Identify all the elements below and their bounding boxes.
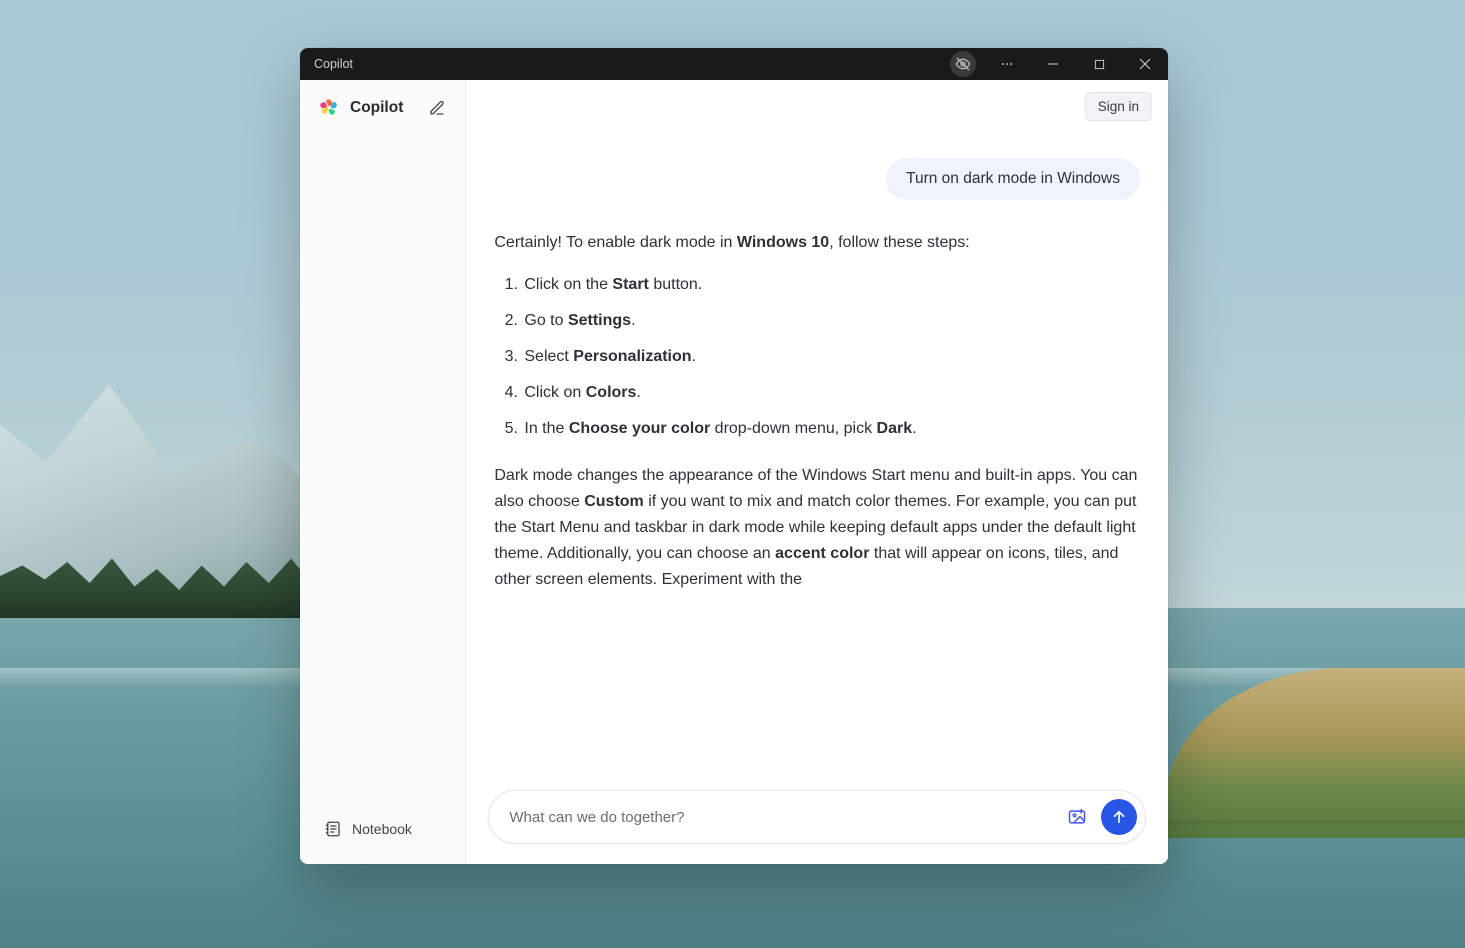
sidebar: Copilot [300, 80, 466, 864]
assistant-step: In the Choose your color drop-down menu,… [522, 416, 1140, 442]
assistant-step: Click on Colors. [522, 380, 1140, 406]
minimize-button[interactable] [1030, 48, 1076, 80]
notebook-label: Notebook [352, 821, 412, 837]
window-title: Copilot [314, 57, 353, 71]
assistant-message: Certainly! To enable dark mode in Window… [494, 230, 1140, 593]
assistant-intro: Certainly! To enable dark mode in Window… [494, 230, 1140, 256]
assistant-step: Select Personalization. [522, 344, 1140, 370]
titlebar: Copilot [300, 48, 1168, 80]
client-area: Copilot [300, 80, 1168, 864]
composer-area [466, 790, 1168, 864]
conversation-pane: Sign in Turn on dark mode in Windows Cer… [466, 80, 1168, 864]
signin-button[interactable]: Sign in [1085, 92, 1152, 121]
assistant-paragraph: Dark mode changes the appearance of the … [494, 463, 1140, 593]
notebook-button[interactable]: Notebook [318, 812, 447, 846]
app-name: Copilot [350, 99, 403, 117]
assistant-step: Go to Settings. [522, 308, 1140, 334]
maximize-button[interactable] [1076, 48, 1122, 80]
conversation-header: Sign in [466, 80, 1168, 132]
message-list[interactable]: Turn on dark mode in Windows Certainly! … [466, 132, 1168, 790]
assistant-steps: Click on the Start button. Go to Settings… [494, 272, 1140, 442]
more-options-button[interactable] [984, 48, 1030, 80]
close-button[interactable] [1122, 48, 1168, 80]
copilot-logo-icon [318, 97, 340, 119]
user-message: Turn on dark mode in Windows [886, 158, 1140, 200]
copilot-window: Copilot [300, 48, 1168, 864]
add-image-button[interactable] [1059, 799, 1095, 835]
send-button[interactable] [1101, 799, 1137, 835]
assistant-step: Click on the Start button. [522, 272, 1140, 298]
new-topic-button[interactable] [423, 94, 451, 122]
composer [488, 790, 1146, 844]
inprivate-icon[interactable] [950, 51, 976, 77]
message-input[interactable] [509, 809, 1053, 826]
notebook-icon [324, 820, 342, 838]
sidebar-header: Copilot [300, 80, 465, 136]
user-message-row: Turn on dark mode in Windows [494, 158, 1140, 200]
